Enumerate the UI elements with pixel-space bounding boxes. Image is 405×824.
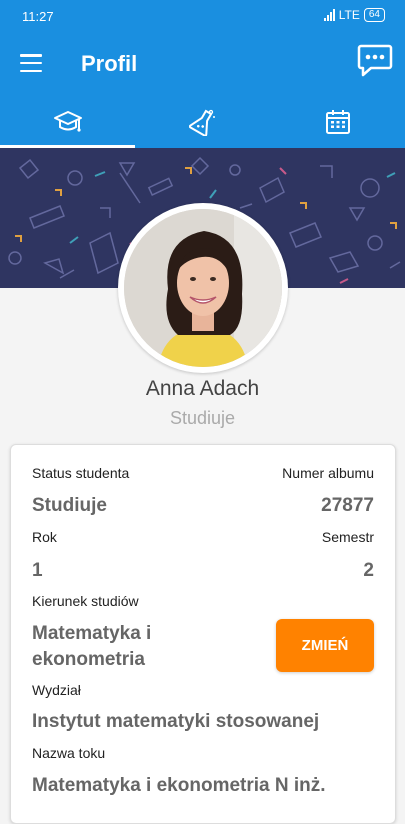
tab-lab[interactable] [135,95,270,148]
graduation-cap-icon [53,110,82,132]
status-value: Studiuje [32,495,107,516]
clock: 11:27 [22,9,54,24]
year-label: Rok [32,529,57,545]
field-value-line1: Matematyka i [32,623,152,644]
network-type: LTE [338,8,360,22]
album-value: 27877 [321,495,374,516]
student-name: Anna Adach [145,377,260,400]
profile-photo [124,209,282,367]
faculty-label: Wydział [32,682,81,698]
status-icons: LTE 64 [323,8,385,22]
semester-label: Semestr [321,529,374,545]
status-label: Status studenta [32,465,130,481]
album-label: Numer albumu [282,465,374,481]
battery-icon: 64 [363,8,385,22]
calendar-icon [325,109,350,134]
student-info-card: Status studenta Numer albumu Studiuje 27… [10,444,396,824]
flask-icon [188,109,215,136]
signal-icon [323,9,335,21]
track-label: Nazwa toku [32,745,106,761]
semester-value: 2 [363,560,374,581]
tab-bar [0,95,405,148]
chat-icon[interactable] [357,43,393,79]
student-status-subtitle: Studiuje [169,408,236,428]
field-value-line2: ekonometria [32,649,145,670]
faculty-value: Instytut matematyki stosowanej [32,711,320,732]
avatar [118,203,288,373]
page-title: Profil [81,51,138,76]
app-bar: Profil [0,33,405,95]
tab-schedule[interactable] [270,95,405,148]
year-value: 1 [32,560,43,581]
tab-studies[interactable] [0,95,135,148]
track-value: Matematyka i ekonometria N inż. [32,775,326,796]
field-label: Kierunek studiów [32,593,139,609]
status-bar: 11:27 LTE 64 [0,0,405,33]
menu-icon[interactable] [20,54,42,72]
change-field-button[interactable]: ZMIEŃ [276,619,374,672]
